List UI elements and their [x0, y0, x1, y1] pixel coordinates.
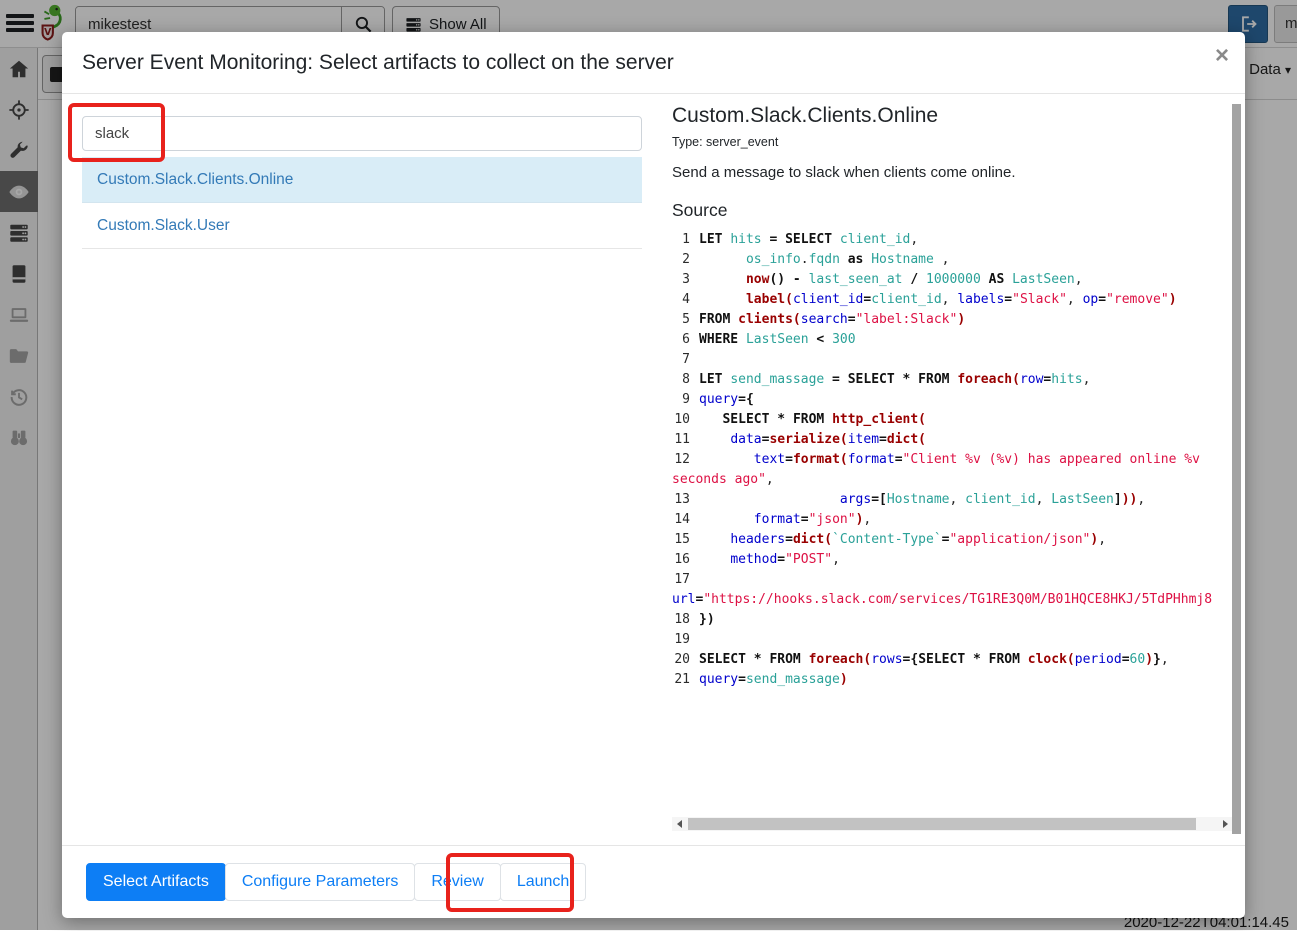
code-line: 5FROM clients(search="label:Slack")	[672, 310, 1232, 330]
code-line: 4 label(client_id=client_id, labels="Sla…	[672, 290, 1232, 310]
code-line: 11 data=serialize(item=dict(	[672, 430, 1232, 450]
artifact-description: Send a message to slack when clients com…	[672, 164, 1232, 181]
code-line: 13 args=[Hostname, client_id, LastSeen])…	[672, 490, 1232, 510]
code-line: 21query=send_massage)	[672, 670, 1232, 690]
code-line: 1LET hits = SELECT client_id,	[672, 230, 1232, 250]
code-line: 8LET send_massage = SELECT * FROM foreac…	[672, 370, 1232, 390]
source-code-block: 1LET hits = SELECT client_id,2 os_info.f…	[672, 230, 1232, 690]
scroll-left-arrow-icon[interactable]	[672, 817, 686, 831]
tab-configure-parameters[interactable]: Configure Parameters	[225, 863, 416, 901]
code-line: 6WHERE LastSeen < 300	[672, 330, 1232, 350]
code-line: 17	[672, 570, 1232, 590]
code-line: 18})	[672, 610, 1232, 630]
code-line: 19	[672, 630, 1232, 650]
artifact-list: Custom.Slack.Clients.OnlineCustom.Slack.…	[82, 157, 642, 249]
scroll-right-arrow-icon[interactable]	[1218, 817, 1232, 831]
code-line: 16 method="POST",	[672, 550, 1232, 570]
close-icon[interactable]: ×	[1215, 44, 1229, 68]
artifact-type: Type: server_event	[672, 135, 1232, 149]
source-heading: Source	[672, 200, 1232, 221]
vertical-scrollbar-thumb[interactable]	[1232, 104, 1241, 834]
code-line: 9query={	[672, 390, 1232, 410]
tab-review[interactable]: Review	[414, 863, 500, 901]
code-line: 15 headers=dict(`Content-Type`="applicat…	[672, 530, 1232, 550]
code-line: 10 SELECT * FROM http_client(	[672, 410, 1232, 430]
tab-select-artifacts[interactable]: Select Artifacts	[86, 863, 226, 901]
horizontal-scrollbar-thumb[interactable]	[688, 818, 1196, 830]
modal-title: Server Event Monitoring: Select artifact…	[82, 32, 1225, 94]
code-line: 3 now() - last_seen_at / 1000000 AS Last…	[672, 270, 1232, 290]
artifact-list-item[interactable]: Custom.Slack.User	[82, 203, 642, 249]
code-line: 14 format="json"),	[672, 510, 1232, 530]
artifact-search-input[interactable]	[82, 116, 642, 151]
artifact-list-item[interactable]: Custom.Slack.Clients.Online	[82, 157, 642, 203]
code-line-wrap: url="https://hooks.slack.com/services/TG…	[672, 590, 1232, 610]
code-line: 20SELECT * FROM foreach(rows={SELECT * F…	[672, 650, 1232, 670]
artifact-details-pane: Custom.Slack.Clients.Online Type: server…	[672, 104, 1232, 690]
modal-footer: Select ArtifactsConfigure ParametersRevi…	[62, 845, 1245, 918]
artifact-title: Custom.Slack.Clients.Online	[672, 104, 1232, 128]
server-event-monitoring-modal: Server Event Monitoring: Select artifact…	[62, 32, 1245, 918]
modal-body: Custom.Slack.Clients.OnlineCustom.Slack.…	[62, 94, 1245, 844]
modal-header: Server Event Monitoring: Select artifact…	[62, 32, 1245, 94]
code-line: 12 text=format(format="Client %v (%v) ha…	[672, 450, 1232, 470]
code-line: 2 os_info.fqdn as Hostname ,	[672, 250, 1232, 270]
code-line-wrap: seconds ago",	[672, 470, 1232, 490]
code-line: 7	[672, 350, 1232, 370]
horizontal-scrollbar[interactable]	[672, 817, 1232, 831]
vertical-scrollbar[interactable]	[1232, 104, 1241, 834]
artifact-picker-column: Custom.Slack.Clients.OnlineCustom.Slack.…	[82, 116, 642, 249]
tab-launch[interactable]: Launch	[500, 863, 587, 901]
